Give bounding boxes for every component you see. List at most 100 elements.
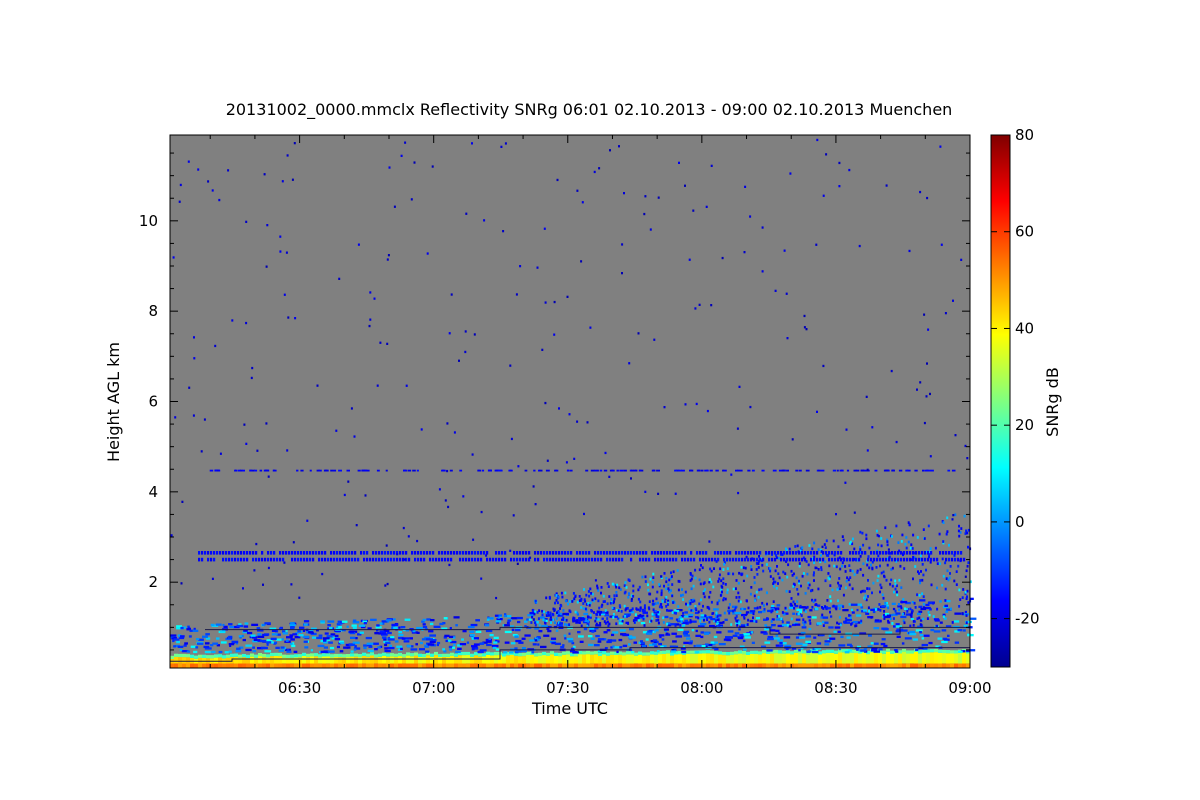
boundary-layer-echo [824, 643, 830, 646]
horizontal-band-echo [270, 551, 273, 555]
scattered-echo [242, 469, 245, 472]
boundary-layer-echo [469, 630, 475, 633]
surface-echo-cell [910, 663, 914, 668]
turbulent-echo [865, 598, 868, 602]
horizontal-band-echo [612, 551, 615, 555]
boundary-layer-echo [895, 612, 901, 615]
surface-echo-cell [190, 663, 194, 668]
horizontal-band-echo [255, 557, 258, 562]
scattered-echo [709, 469, 713, 472]
x-tick-label: 08:30 [814, 679, 857, 697]
surface-echo-cell [594, 663, 598, 668]
turbulent-echo [597, 599, 600, 603]
surface-echo-cell [710, 650, 714, 654]
turbulent-echo [654, 602, 657, 605]
horizontal-band-echo [933, 557, 936, 562]
boundary-layer-echo [352, 641, 360, 644]
turbulent-echo [777, 556, 780, 560]
horizontal-band-echo [930, 557, 933, 562]
noise-speckle [573, 457, 576, 460]
surface-echo-cell [262, 657, 266, 664]
turbulent-echo [707, 606, 710, 609]
turbulent-echo [813, 579, 815, 582]
horizontal-band-echo [867, 557, 870, 562]
horizontal-band-echo [555, 557, 558, 562]
turbulent-echo [904, 607, 906, 611]
boundary-layer-echo [540, 616, 546, 619]
surface-echo-cell [538, 656, 542, 664]
surface-echo-cell [178, 657, 182, 664]
turbulent-echo [595, 613, 598, 616]
boundary-layer-echo [568, 632, 571, 635]
boundary-layer-echo [426, 638, 433, 641]
turbulent-echo [608, 622, 611, 626]
horizontal-band-echo [795, 557, 798, 562]
horizontal-band-echo [450, 557, 453, 562]
boundary-layer-echo [340, 641, 345, 645]
horizontal-band-echo [840, 551, 843, 555]
turbulent-echo [600, 586, 603, 589]
noise-speckle [338, 277, 341, 280]
boundary-layer-echo [872, 610, 876, 614]
horizontal-band-echo [210, 551, 213, 555]
horizontal-band-echo [594, 551, 597, 555]
turbulent-echo [862, 543, 865, 547]
surface-echo-cell [218, 663, 222, 668]
noise-speckle [692, 209, 695, 212]
turbulent-echo [919, 554, 922, 558]
turbulent-echo [754, 599, 757, 602]
turbulent-echo [829, 595, 832, 598]
surface-echo-cell [638, 654, 642, 664]
turbulent-echo [958, 605, 961, 608]
noise-speckle [335, 429, 338, 432]
turbulent-echo [698, 568, 701, 572]
horizontal-band-echo [273, 551, 276, 555]
horizontal-band-echo [897, 551, 900, 555]
surface-echo-cell [518, 663, 522, 668]
surface-echo-cell [690, 653, 694, 664]
boundary-layer-echo [634, 617, 640, 620]
noise-speckle [743, 251, 746, 254]
boundary-layer-echo [293, 650, 298, 653]
boundary-layer-echo [695, 651, 700, 654]
turbulent-echo [809, 622, 812, 625]
noise-speckle [929, 455, 932, 458]
turbulent-echo [936, 562, 939, 565]
noise-speckle [816, 138, 819, 142]
noise-speckle [644, 490, 647, 493]
turbulent-echo [753, 581, 756, 585]
boundary-layer-echo [188, 627, 191, 630]
turbulent-echo [750, 565, 753, 568]
surface-echo-cell [246, 654, 250, 658]
noise-speckle [887, 548, 890, 551]
boundary-layer-echo [429, 622, 434, 626]
horizontal-band-echo [702, 557, 705, 562]
scattered-echo [930, 469, 934, 472]
boundary-layer-echo [350, 650, 354, 653]
horizontal-band-echo [687, 557, 690, 562]
noise-speckle [532, 485, 535, 488]
horizontal-band-echo [888, 551, 891, 555]
boundary-layer-echo [252, 650, 257, 653]
surface-echo-cell [850, 663, 854, 668]
surface-echo-cell [242, 663, 246, 668]
boundary-layer-echo [228, 650, 232, 653]
turbulent-echo [821, 606, 823, 609]
noise-speckle [688, 258, 691, 261]
surface-echo-cell [862, 663, 866, 668]
horizontal-band-echo [852, 551, 855, 555]
surface-echo-cell [566, 651, 570, 655]
surface-echo-cell [410, 653, 414, 657]
boundary-layer-echo [510, 642, 516, 645]
surface-echo-cell [538, 652, 542, 656]
surface-echo-cell [702, 663, 706, 668]
turbulent-echo [821, 613, 824, 617]
horizontal-band-echo [948, 557, 951, 562]
horizontal-band-echo [330, 557, 333, 562]
boundary-layer-echo [485, 629, 493, 633]
scattered-echo [338, 469, 342, 472]
boundary-layer-echo [449, 627, 452, 630]
boundary-layer-echo [562, 612, 569, 616]
horizontal-band-echo [336, 557, 339, 562]
horizontal-band-echo [741, 557, 744, 562]
